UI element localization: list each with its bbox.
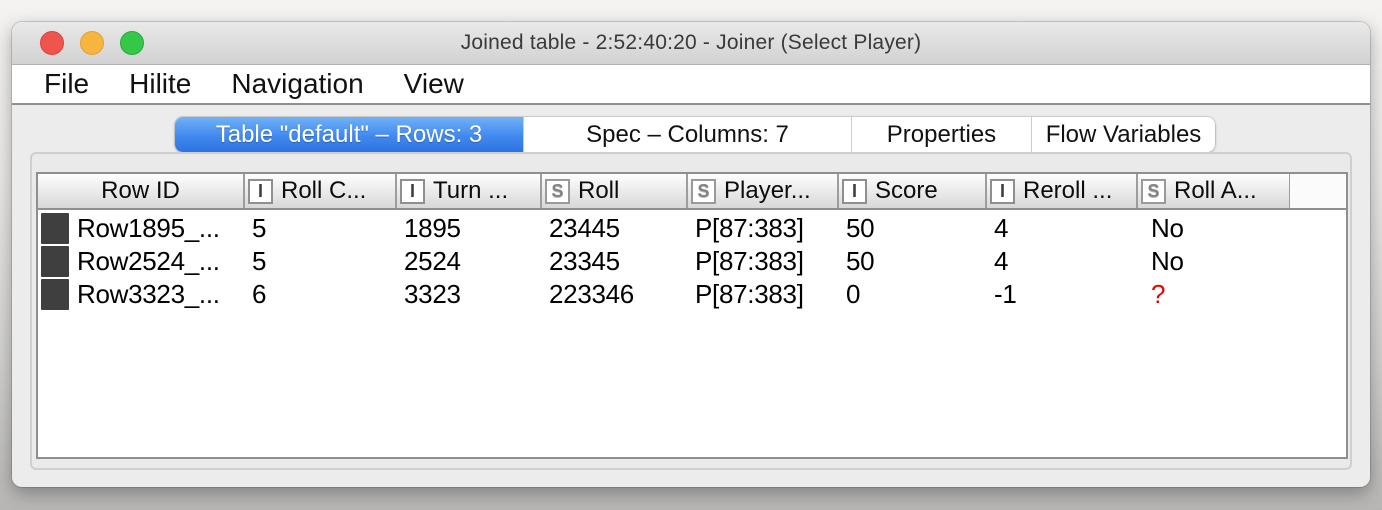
table-cell[interactable]: 50 [838, 246, 986, 277]
menu-item-file[interactable]: File [24, 65, 109, 103]
app-window: Joined table - 2:52:40:20 - Joiner (Sele… [12, 22, 1370, 487]
table-row[interactable]: Row3323_... 6 3323 223346 P[87:383] 0 -1… [38, 278, 1346, 311]
row-id-cell[interactable]: Row3323_... [38, 279, 244, 310]
tab-table-default[interactable]: Table "default" – Rows: 3 [175, 117, 523, 152]
table-cell[interactable]: 50 [838, 213, 986, 244]
table-cell[interactable]: 0 [838, 279, 986, 310]
column-header-label: Reroll ... [1023, 177, 1113, 204]
tab-spec-columns[interactable]: Spec – Columns: 7 [523, 117, 851, 152]
table-cell[interactable]: P[87:383] [687, 279, 838, 310]
table-row[interactable]: Row2524_... 5 2524 23345 P[87:383] 50 4 … [38, 245, 1346, 278]
table-cell[interactable]: 5 [244, 213, 396, 244]
hilite-chip [41, 213, 69, 244]
table-cell[interactable]: 1895 [396, 213, 541, 244]
menu-item-hilite[interactable]: Hilite [109, 65, 211, 103]
column-header-row-id[interactable]: Row ID [38, 174, 244, 208]
table-cell[interactable]: 3323 [396, 279, 541, 310]
row-id-label: Row3323_... [77, 279, 220, 309]
column-header-roll[interactable]: S Roll [541, 174, 687, 208]
tab-flow-variables[interactable]: Flow Variables [1031, 117, 1215, 152]
minimize-button[interactable] [80, 31, 104, 55]
table-header-row: Row ID I Roll C... I Turn ... S Roll S P… [38, 174, 1346, 210]
table-cell[interactable]: No [1137, 213, 1290, 244]
missing-value-cell[interactable]: ? [1137, 279, 1290, 310]
column-header-label: Turn ... [433, 177, 509, 204]
table-cell[interactable]: 5 [244, 246, 396, 277]
table-cell[interactable]: P[87:383] [687, 213, 838, 244]
row-id-label: Row1895_... [77, 213, 220, 243]
row-id-label: Row2524_... [77, 246, 220, 276]
string-type-icon: S [545, 178, 570, 204]
table-body: Row1895_... 5 1895 23445 P[87:383] 50 4 … [38, 210, 1346, 311]
column-header-label: Roll [578, 177, 620, 204]
table-row[interactable]: Row1895_... 5 1895 23445 P[87:383] 50 4 … [38, 212, 1346, 245]
table-cell[interactable]: 4 [986, 246, 1137, 277]
column-header-label: Player... [724, 177, 811, 204]
column-header-filler [1290, 174, 1346, 208]
menu-bar: File Hilite Navigation View [12, 65, 1370, 105]
string-type-icon: S [691, 178, 716, 204]
integer-type-icon: I [248, 178, 273, 204]
table-cell[interactable]: 23345 [541, 246, 687, 277]
tab-bar: Table "default" – Rows: 3 Spec – Columns… [175, 117, 1215, 152]
row-id-cell[interactable]: Row2524_... [38, 246, 244, 277]
menu-item-view[interactable]: View [384, 65, 484, 103]
hilite-chip [41, 279, 69, 310]
string-type-icon: S [1141, 178, 1166, 204]
column-header-player[interactable]: S Player... [687, 174, 838, 208]
column-header-reroll[interactable]: I Reroll ... [986, 174, 1137, 208]
table-cell[interactable]: 23445 [541, 213, 687, 244]
column-header-roll-c[interactable]: I Roll C... [244, 174, 396, 208]
table-cell[interactable]: -1 [986, 279, 1137, 310]
table-cell[interactable]: No [1137, 246, 1290, 277]
table-cell[interactable]: 4 [986, 213, 1137, 244]
title-bar[interactable]: Joined table - 2:52:40:20 - Joiner (Sele… [12, 22, 1370, 65]
column-header-roll-a[interactable]: S Roll A... [1137, 174, 1290, 208]
row-id-cell[interactable]: Row1895_... [38, 213, 244, 244]
table-cell[interactable]: P[87:383] [687, 246, 838, 277]
zoom-button[interactable] [120, 31, 144, 55]
table-cell[interactable]: 6 [244, 279, 396, 310]
column-header-label: Roll A... [1174, 177, 1257, 204]
data-table: Row ID I Roll C... I Turn ... S Roll S P… [36, 172, 1348, 459]
column-header-label: Row ID [101, 177, 180, 204]
table-panel: Row ID I Roll C... I Turn ... S Roll S P… [30, 152, 1352, 470]
window-title: Joined table - 2:52:40:20 - Joiner (Sele… [460, 31, 922, 54]
table-cell[interactable]: 223346 [541, 279, 687, 310]
menu-item-navigation[interactable]: Navigation [211, 65, 383, 103]
integer-type-icon: I [842, 178, 867, 204]
close-button[interactable] [40, 31, 64, 55]
window-controls [40, 31, 144, 55]
tab-properties[interactable]: Properties [851, 117, 1031, 152]
content-area: Table "default" – Rows: 3 Spec – Columns… [12, 105, 1370, 485]
column-header-turn[interactable]: I Turn ... [396, 174, 541, 208]
table-cell[interactable]: 2524 [396, 246, 541, 277]
integer-type-icon: I [990, 178, 1015, 204]
column-header-label: Score [875, 177, 938, 204]
integer-type-icon: I [400, 178, 425, 204]
column-header-label: Roll C... [281, 177, 367, 204]
hilite-chip [41, 246, 69, 277]
column-header-score[interactable]: I Score [838, 174, 986, 208]
